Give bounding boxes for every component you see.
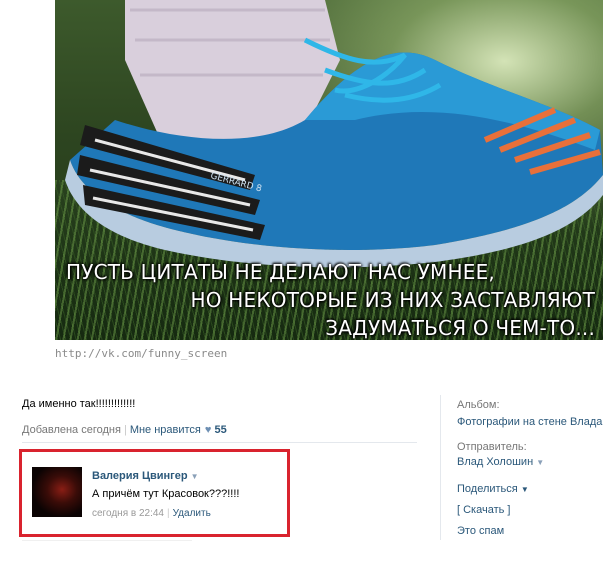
post-text: Да именно так!!!!!!!!!!!!!: [22, 398, 136, 410]
divider: [22, 442, 417, 443]
post-photo[interactable]: GERRARD 8 ПУСТЬ ЦИТАТЫ НЕ ДЕЛАЮТ НАС УМН…: [55, 0, 603, 340]
album-label: Альбом:: [457, 399, 500, 411]
like-button[interactable]: Мне нравится: [130, 424, 201, 436]
comment-text: А причём тут Красовок???!!!!: [92, 488, 240, 500]
comment-author[interactable]: Валерия Цвингер ▼: [92, 470, 199, 482]
comment-time: сегодня в 22:44: [92, 508, 164, 519]
report-spam-link[interactable]: Это спам: [457, 525, 504, 537]
download-link[interactable]: [ Скачать ]: [457, 504, 510, 516]
post-meta: Добавлена сегодня | Мне нравится ♥ 55: [22, 424, 227, 436]
watermark-url: http://vk.com/funny_screen: [55, 347, 228, 360]
sidebar-divider: [440, 395, 441, 540]
heart-icon[interactable]: ♥: [205, 424, 212, 436]
sender-link[interactable]: Влад Холошин ▼: [457, 456, 544, 468]
sender-label: Отправитель:: [457, 441, 527, 453]
dropdown-triangle-icon[interactable]: ▼: [191, 472, 199, 481]
comment-meta: сегодня в 22:44 | Удалить: [92, 508, 211, 519]
dropdown-triangle-icon[interactable]: ▼: [536, 458, 544, 467]
comment-highlight-box: Валерия Цвингер ▼ А причём тут Красовок?…: [19, 449, 290, 537]
divider: [22, 540, 192, 541]
caption-line-2: НО НЕКОТОРЫЕ ИЗ НИХ ЗАСТАВЛЯЮТ ЗАДУМАТЬС…: [190, 288, 595, 340]
avatar[interactable]: [32, 467, 82, 517]
like-count: 55: [214, 424, 227, 436]
caption-line-1: ПУСТЬ ЦИТАТЫ НЕ ДЕЛАЮТ НАС УМНЕЕ,: [65, 260, 495, 284]
delete-comment-link[interactable]: Удалить: [173, 508, 211, 519]
photo-caption: ПУСТЬ ЦИТАТЫ НЕ ДЕЛАЮТ НАС УМНЕЕ, НО НЕК…: [55, 258, 595, 340]
chevron-down-icon[interactable]: ▼: [521, 485, 529, 494]
share-button[interactable]: Поделиться ▼: [457, 483, 529, 495]
added-date: Добавлена сегодня: [22, 424, 121, 436]
album-link[interactable]: Фотографии на стене Влада: [457, 416, 602, 428]
